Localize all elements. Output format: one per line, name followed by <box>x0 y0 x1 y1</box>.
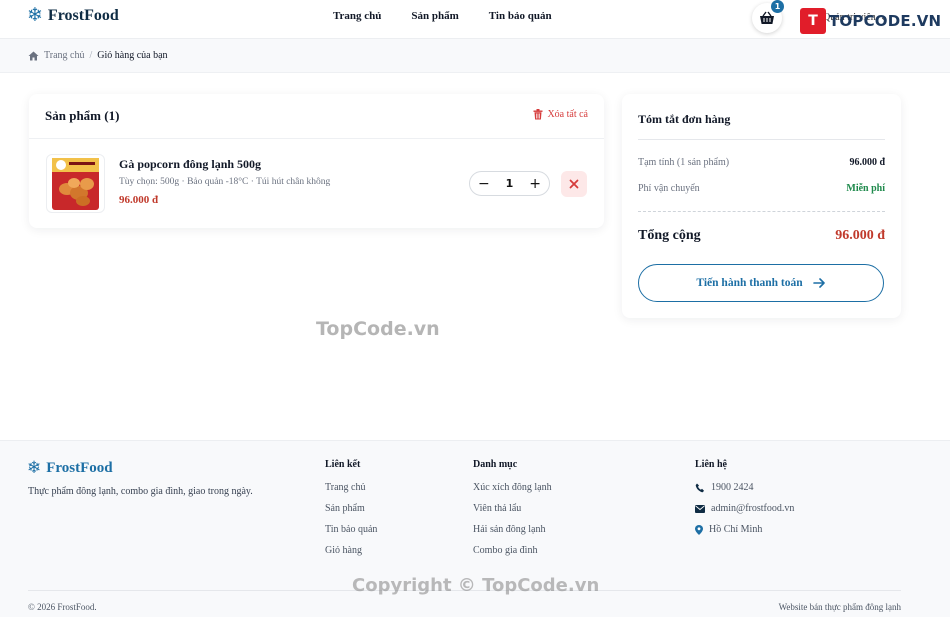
cart-count-badge: 1 <box>771 0 784 13</box>
subtotal-row: Tạm tính (1 sản phẩm) 96.000 đ <box>638 157 885 168</box>
footer-description: Thực phẩm đông lạnh, combo gia đình, gia… <box>28 486 253 497</box>
footer-brand-name: FrostFood <box>46 459 113 476</box>
product-name[interactable]: Gà popcorn đông lạnh 500g <box>119 157 261 172</box>
checkout-label: Tiến hành thanh toán <box>696 277 803 289</box>
quantity-value[interactable]: 1 <box>506 177 514 190</box>
products-title: Sản phẩm (1) <box>45 108 120 123</box>
footer-links-column: Liên kết Trang chủ Sản phẩm Tin bảo quản… <box>325 459 377 566</box>
snowflake-icon: ❄ <box>27 458 42 478</box>
topcode-watermark: TopCode.vn <box>316 318 440 340</box>
summary-title: Tóm tắt đơn hàng <box>638 112 731 126</box>
brand-logo[interactable]: ❄ FrostFood <box>27 6 119 25</box>
cart-item: Gà popcorn đông lạnh 500g Tùy chọn: 500g… <box>29 139 604 227</box>
total-row: Tổng cộng 96.000 đ <box>638 228 885 244</box>
shipping-row: Phí vận chuyển Miễn phí <box>638 183 885 194</box>
arrow-right-icon <box>812 278 825 288</box>
trash-icon <box>533 109 543 120</box>
nav-home[interactable]: Trang chủ <box>333 10 381 22</box>
shipping-label: Phí vận chuyển <box>638 183 700 194</box>
shipping-value: Miễn phí <box>846 183 885 194</box>
subtotal-value: 96.000 đ <box>849 157 885 168</box>
footer-phone[interactable]: 1900 2424 <box>695 482 794 493</box>
breadcrumb: Trang chủ / Giỏ hàng của bạn <box>28 50 168 61</box>
footer-link-storage-news[interactable]: Tin bảo quản <box>325 524 377 535</box>
home-icon <box>28 51 39 60</box>
cart-button[interactable]: 1 <box>752 0 784 33</box>
quantity-stepper: − 1 + <box>469 171 550 196</box>
remove-item-button[interactable] <box>561 171 587 197</box>
product-options: Tùy chọn: 500g · Bảo quản -18°C · Túi hú… <box>119 177 331 187</box>
basket-icon <box>760 11 774 24</box>
snowflake-icon: ❄ <box>27 4 43 26</box>
phone-icon <box>695 483 704 492</box>
footer-email[interactable]: admin@frostfood.vn <box>695 503 794 514</box>
footer-category-hotpot-balls[interactable]: Viên thả lẩu <box>473 503 552 514</box>
topcode-logo-text: TOPCODE.VN <box>829 12 942 30</box>
footer-category-sausage[interactable]: Xúc xích đông lạnh <box>473 482 552 493</box>
dashed-divider <box>638 211 885 212</box>
footer-categories-column: Danh mục Xúc xích đông lạnh Viên thả lẩu… <box>473 459 552 566</box>
footer-tagline: Website bán thực phẩm đông lạnh <box>778 602 901 612</box>
product-thumbnail[interactable] <box>46 154 105 213</box>
checkout-button[interactable]: Tiến hành thanh toán <box>638 264 884 302</box>
breadcrumb-current: Giỏ hàng của bạn <box>97 50 168 61</box>
footer-link-cart[interactable]: Giỏ hàng <box>325 545 377 556</box>
breadcrumb-separator: / <box>89 50 93 61</box>
topcode-logo-icon: T <box>800 8 826 34</box>
envelope-icon <box>695 504 705 513</box>
footer-copyright: © 2026 FrostFood. <box>28 602 97 612</box>
footer-category-seafood[interactable]: Hải sản đông lạnh <box>473 524 552 535</box>
footer-link-home[interactable]: Trang chủ <box>325 482 377 493</box>
plus-icon[interactable]: + <box>529 177 541 191</box>
footer-location: Hồ Chí Minh <box>695 524 794 535</box>
footer-link-products[interactable]: Sản phẩm <box>325 503 377 514</box>
clear-all-label: Xóa tất cả <box>547 109 588 120</box>
subtotal-label: Tạm tính (1 sản phẩm) <box>638 157 730 168</box>
email-address: admin@frostfood.vn <box>711 503 795 514</box>
cart-products-card: Sản phẩm (1) Xóa tất cả Gà popcorn đông … <box>29 94 604 228</box>
brand-name: FrostFood <box>47 6 119 24</box>
footer-contact-title: Liên hệ <box>695 459 727 470</box>
footer-contact-column: Liên hệ 1900 2424 admin@frostfood.vn Hồ … <box>695 459 794 545</box>
clear-all-button[interactable]: Xóa tất cả <box>533 109 588 120</box>
order-summary-card: Tóm tắt đơn hàng Tạm tính (1 sản phẩm) 9… <box>622 94 901 318</box>
divider <box>638 139 885 140</box>
footer-links-title: Liên kết <box>325 459 361 470</box>
footer: ❄ FrostFood Thực phẩm đông lạnh, combo g… <box>0 440 950 617</box>
close-icon <box>569 179 579 189</box>
topcode-watermark-logo: T TOPCODE.VN <box>800 8 941 34</box>
total-value: 96.000 đ <box>835 228 885 243</box>
footer-categories-title: Danh mục <box>473 459 518 470</box>
product-price: 96.000 đ <box>119 194 159 206</box>
top-navbar: ❄ FrostFood Trang chủ Sản phẩm Tin bảo q… <box>0 0 950 39</box>
topcode-copyright-watermark: Copyright © TopCode.vn <box>352 575 600 596</box>
minus-icon[interactable]: − <box>478 177 490 191</box>
breadcrumb-home[interactable]: Trang chủ <box>44 50 84 61</box>
footer-category-family-combo[interactable]: Combo gia đình <box>473 545 552 556</box>
cart-products-header: Sản phẩm (1) Xóa tất cả <box>29 94 604 139</box>
breadcrumb-bar: Trang chủ / Giỏ hàng của bạn <box>0 39 950 73</box>
main-nav: Trang chủ Sản phẩm Tin bảo quản <box>333 10 552 22</box>
product-image <box>52 158 99 210</box>
phone-number: 1900 2424 <box>711 482 754 493</box>
nav-products[interactable]: Sản phẩm <box>411 10 458 22</box>
footer-brand[interactable]: ❄ FrostFood <box>27 458 113 478</box>
nav-storage-news[interactable]: Tin bảo quản <box>489 10 552 22</box>
location-text: Hồ Chí Minh <box>709 524 763 535</box>
total-label: Tổng cộng <box>638 228 701 243</box>
map-pin-icon <box>695 524 703 535</box>
